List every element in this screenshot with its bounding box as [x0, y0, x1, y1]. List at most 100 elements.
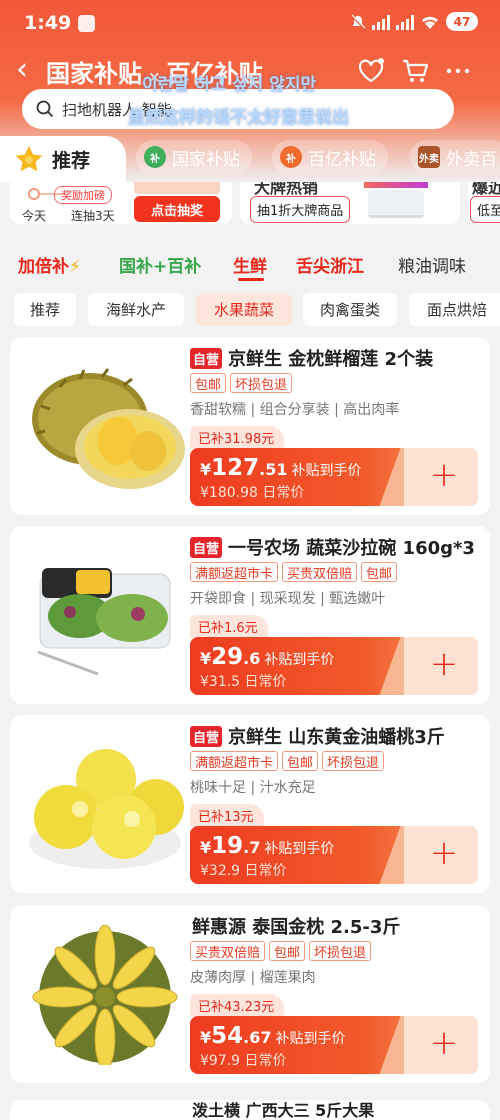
gift-box-top — [134, 182, 220, 194]
price-label: 补贴到手价 — [275, 1031, 346, 1047]
more-icon[interactable] — [443, 56, 473, 86]
next-product-card-peek[interactable]: 泼土横 广西大三 5斤大果 — [10, 1100, 490, 1120]
subsidy-badge: 已补43.23元 — [190, 994, 285, 1017]
draw-button[interactable]: 点击抽奖 — [134, 196, 220, 222]
product-card[interactable]: 自营 一号农场 蔬菜沙拉碗 160g*3 满额返超市卡 买贵双倍赔 包邮 开袋即食… — [10, 526, 490, 704]
product-tag: 坏损包退 — [230, 373, 293, 393]
subcategory-fruit-veg[interactable]: 水果蔬菜 — [196, 293, 292, 326]
tv-image — [364, 182, 428, 188]
add-to-cart-plus-icon[interactable]: + — [427, 458, 461, 493]
category-zhejiang[interactable]: 舌尖浙江 — [296, 252, 364, 277]
product-features: 香甜软糯 | 组合分享装 | 高出肉率 — [190, 402, 400, 418]
back-arrow-icon[interactable]: ‹ — [16, 52, 28, 88]
price-bar[interactable]: ¥19.7 补贴到手价 ¥32.9 日常价 + — [190, 826, 478, 884]
product-tag: 买贵双倍赔 — [282, 562, 358, 582]
product-card[interactable]: 鲜惠源 泰国金枕 2.5-3斤 买贵双倍赔 包邮 坏损包退 皮薄肉厚 | 榴莲果… — [10, 905, 490, 1083]
category-row: 加倍补⚡ 国补+百补 生鲜 舌尖浙江 粮油调味 — [0, 244, 500, 284]
self-operated-badge: 自营 — [190, 536, 223, 558]
signal-1-icon — [372, 14, 390, 30]
tab-label: 百亿补贴 — [308, 149, 376, 170]
subcategory-meat-egg[interactable]: 肉禽蛋类 — [303, 293, 397, 326]
subsidy-badge: 已补13元 — [190, 804, 264, 827]
price-decimal: .51 — [259, 460, 288, 479]
product-title[interactable]: 自营 京鲜生 山东黄金油蟠桃3斤 — [190, 723, 445, 749]
product-tag: 满额返超市卡 — [190, 751, 279, 771]
category-national-billion[interactable]: 国补+百补 — [119, 252, 201, 277]
original-price: ¥32.9 日常价 — [200, 863, 287, 879]
brand-card-button[interactable]: 抽1折大牌商品 — [250, 196, 351, 223]
price-bar[interactable]: ¥127.51 补贴到手价 ¥180.98 日常价 + — [190, 448, 478, 506]
product-title[interactable]: 自营 京鲜生 金枕鲜榴莲 2个装 — [190, 345, 433, 371]
price-decimal: .6 — [243, 649, 261, 668]
subcategory-seafood[interactable]: 海鲜水产 — [88, 293, 184, 326]
yellow-peach-image — [29, 749, 184, 869]
subsidy-badge: 已补1.6元 — [190, 615, 268, 638]
cart-icon[interactable] — [400, 56, 430, 86]
tab-recommend[interactable]: 推荐 — [0, 136, 126, 182]
subcategory-recommend[interactable]: 推荐 — [14, 293, 76, 326]
product-tag: 买贵双倍赔 — [190, 941, 266, 961]
product-tags: 买贵双倍赔 包邮 坏损包退 — [190, 941, 372, 961]
price-bar[interactable]: ¥54.67 补贴到手价 ¥97.9 日常价 + — [190, 1016, 478, 1074]
third-card-button[interactable]: 低至2 — [470, 196, 500, 223]
heart-follow-icon[interactable] — [356, 56, 386, 86]
product-tag: 满额返超市卡 — [190, 562, 279, 582]
streak-label: 连抽3天 — [71, 209, 115, 223]
category-fresh[interactable]: 生鲜 — [233, 252, 267, 277]
peek-product-title: 泼土横 广西大三 5斤大果 — [192, 1101, 375, 1120]
product-tags: 满额返超市卡 买贵双倍赔 包邮 — [190, 562, 398, 582]
product-tags: 满额返超市卡 包邮 坏损包退 — [190, 751, 385, 771]
active-category-underline — [238, 278, 264, 281]
price-label: 补贴到手价 — [264, 841, 335, 857]
original-price: ¥31.5 日常价 — [200, 674, 287, 690]
status-bar: 1:49 47 — [0, 0, 500, 44]
price-decimal: .7 — [243, 838, 261, 857]
product-card[interactable]: 自营 京鲜生 金枕鲜榴莲 2个装 包邮 坏损包退 香甜软糯 | 组合分享装 | 高… — [10, 337, 490, 515]
top-tabs: 推荐 补 国家补贴 补 百亿补贴 外卖 外卖百 — [0, 134, 500, 182]
price-bar[interactable]: ¥29.6 补贴到手价 ¥31.5 日常价 + — [190, 637, 478, 695]
third-card[interactable]: 爆近 低至2 — [468, 182, 500, 224]
wifi-icon — [422, 16, 438, 29]
title-national-subsidy[interactable]: 国家补贴 — [46, 60, 142, 88]
original-price: ¥97.9 日常价 — [200, 1053, 287, 1069]
product-tag: 坏损包退 — [322, 751, 385, 771]
product-tag: 包邮 — [282, 751, 319, 771]
tab-billion-subsidy[interactable]: 补 百亿补贴 — [272, 140, 388, 174]
category-double-subsidy[interactable]: 加倍补⚡ — [18, 252, 81, 277]
lottery-card[interactable]: 奖励加磅 今天 连抽3天 点击抽奖 — [10, 182, 232, 224]
subsidy-shield-icon: 补 — [144, 146, 166, 168]
subsidy-price: ¥29.6 补贴到手价 — [200, 644, 334, 670]
subsidy-badge: 已补31.98元 — [190, 426, 285, 449]
signal-2-icon — [396, 14, 414, 30]
currency: ¥ — [200, 460, 212, 479]
status-time: 1:49 — [24, 12, 72, 34]
product-features: 开袋即食 | 现采现发 | 甄选嫩叶 — [190, 591, 386, 607]
product-tags: 包邮 坏损包退 — [190, 373, 293, 393]
category-grain-oil[interactable]: 粮油调味 — [398, 252, 466, 277]
today-label: 今天 — [22, 209, 47, 223]
product-name: 京鲜生 金枕鲜榴莲 2个装 — [228, 349, 434, 370]
product-card[interactable]: 自营 京鲜生 山东黄金油蟠桃3斤 满额返超市卡 包邮 坏损包退 桃味十足 | 汁水… — [10, 715, 490, 893]
lightning-icon: ⚡ — [69, 257, 81, 277]
add-to-cart-plus-icon[interactable]: + — [427, 836, 461, 871]
brand-card[interactable]: 大牌热销 抽1折大牌商品 — [240, 182, 460, 224]
tab-national-subsidy[interactable]: 补 国家补贴 — [136, 140, 252, 174]
add-to-cart-plus-icon[interactable]: + — [427, 647, 461, 682]
currency: ¥ — [200, 1028, 212, 1047]
subtitle-overlay-line-2: 虽然这样的话不太好意思说出 — [128, 108, 349, 128]
product-tag: 坏损包退 — [309, 941, 372, 961]
air-conditioner-image — [368, 190, 424, 218]
product-features: 桃味十足 | 汁水充足 — [190, 780, 316, 796]
tab-takeout[interactable]: 外卖 外卖百 — [410, 140, 500, 174]
product-tag: 包邮 — [269, 941, 306, 961]
product-title[interactable]: 自营 一号农场 蔬菜沙拉碗 160g*3 — [190, 534, 475, 560]
battery-indicator: 47 — [446, 12, 478, 31]
salad-bowl-image — [37, 568, 171, 676]
durian-image — [32, 368, 185, 489]
star-icon — [15, 146, 43, 172]
add-to-cart-plus-icon[interactable]: + — [427, 1026, 461, 1061]
promo-strip: 奖励加磅 今天 连抽3天 点击抽奖 大牌热销 抽1折大牌商品 爆近 低至2 — [10, 182, 500, 224]
subcategory-bakery[interactable]: 面点烘焙 — [409, 293, 500, 326]
product-name: 鲜惠源 泰国金枕 2.5-3斤 — [192, 917, 401, 938]
product-title[interactable]: 鲜惠源 泰国金枕 2.5-3斤 — [192, 913, 400, 939]
